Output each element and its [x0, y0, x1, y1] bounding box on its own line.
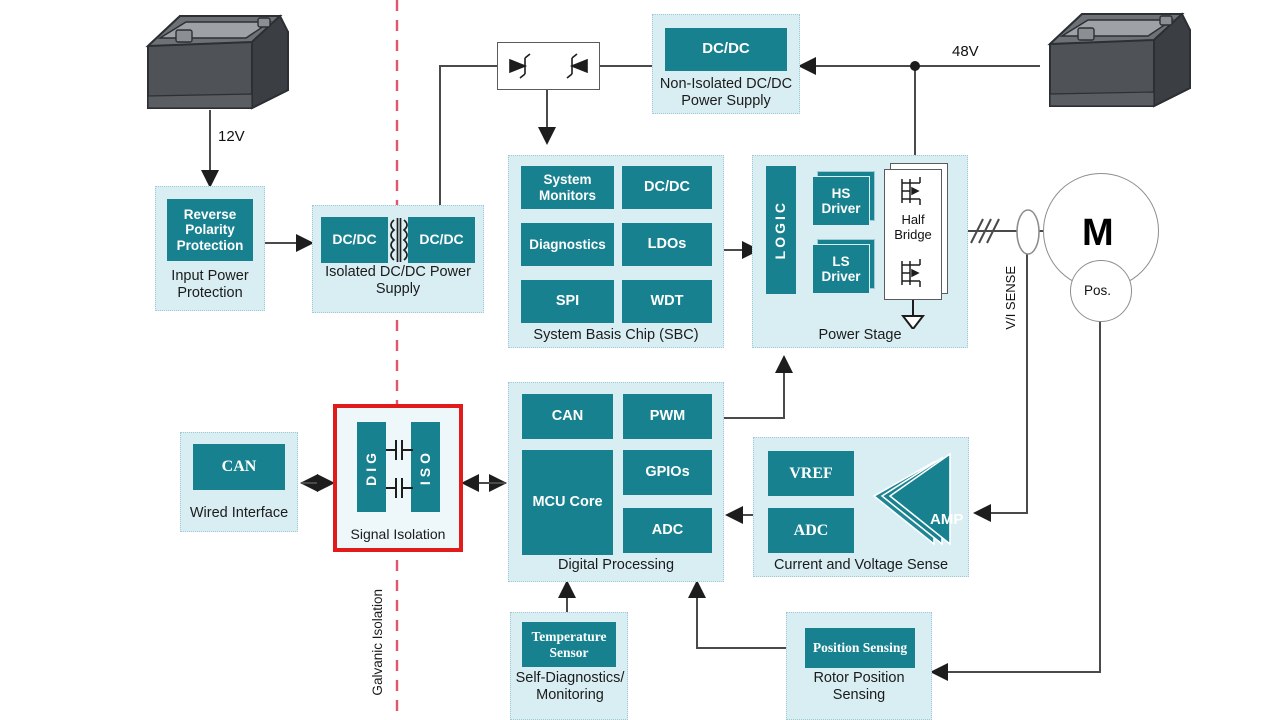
tile-sbc-dcdc[interactable]: DC/DC [622, 166, 712, 209]
logic-label: LOGIC [772, 200, 789, 260]
system-basis-chip-caption: System Basis Chip (SBC) [533, 327, 699, 343]
tile-diagnostics[interactable]: Diagnostics [521, 223, 614, 266]
tile-hs-driver[interactable]: HS Driver [812, 176, 870, 226]
tile-dcdc-secondary[interactable]: DC/DC [408, 217, 475, 263]
digital-processing-caption: Digital Processing [557, 557, 675, 573]
iso-label: ISO [416, 448, 433, 486]
current-voltage-sense-caption: Current and Voltage Sense [773, 557, 949, 573]
tile-position-sensing[interactable]: Position Sensing [805, 628, 915, 668]
tile-spi[interactable]: SPI [521, 280, 614, 323]
tile-can-wired[interactable]: CAN [193, 444, 285, 490]
tile-mcu-core[interactable]: MCU Core [522, 450, 613, 555]
tile-dcdc-primary[interactable]: DC/DC [321, 217, 388, 263]
amp-label: AMP [930, 511, 963, 528]
block-diagram-canvas: Galvanic Isolation 12V 48V DC/DC Non-Iso… [0, 0, 1280, 720]
position-sensor-label: Pos. [1084, 283, 1112, 298]
tile-adc-sense[interactable]: ADC [768, 508, 854, 553]
capacitive-isolation-icon [386, 440, 413, 498]
tile-pwm[interactable]: PWM [623, 394, 712, 439]
tile-adc-digital[interactable]: ADC [623, 508, 712, 553]
motor-label: M [1082, 212, 1114, 254]
signal-isolation-caption: Signal Isolation [350, 526, 446, 542]
battery-12v-icon [145, 14, 289, 110]
vi-sense-label: V/I SENSE [1002, 265, 1018, 330]
transformer-icon [390, 218, 408, 262]
tile-dig[interactable]: DIG [357, 422, 386, 512]
dig-label: DIG [362, 448, 379, 486]
label-12v: 12V [218, 128, 245, 145]
tile-ldos[interactable]: LDOs [622, 223, 712, 266]
amplifier-icon: AMP [872, 452, 963, 546]
tile-vref[interactable]: VREF [768, 451, 854, 496]
tile-dcdc-non-isolated[interactable]: DC/DC [665, 28, 787, 71]
isolated-dcdc-caption: Isolated DC/DC Power Supply [325, 264, 471, 298]
tile-ls-driver[interactable]: LS Driver [812, 244, 870, 294]
label-48v: 48V [952, 43, 979, 60]
power-stage-caption: Power Stage [818, 327, 902, 343]
non-isolated-dcdc-caption: Non-Isolated DC/DC Power Supply [659, 76, 793, 110]
wired-interface-caption: Wired Interface [189, 505, 289, 521]
tile-gpios[interactable]: GPIOs [623, 450, 712, 495]
tile-logic[interactable]: LOGIC [766, 166, 796, 294]
tile-iso[interactable]: ISO [411, 422, 440, 512]
input-power-protection-caption: Input Power Protection [171, 268, 249, 302]
tile-reverse-polarity-protection[interactable]: Reverse Polarity Protection [167, 199, 253, 261]
tile-wdt[interactable]: WDT [622, 280, 712, 323]
self-diagnostics-caption: Self-Diagnostics/ Monitoring [515, 670, 625, 704]
current-sense-coil-icon [1016, 209, 1040, 255]
galvanic-isolation-label: Galvanic Isolation [369, 589, 385, 696]
back-to-back-diode-icon [509, 53, 588, 79]
battery-48v-icon [1047, 12, 1191, 108]
tile-temperature-sensor[interactable]: Temperature Sensor [522, 622, 616, 667]
rotor-position-sensing-caption: Rotor Position Sensing [813, 670, 905, 704]
tile-can-digital[interactable]: CAN [522, 394, 613, 439]
half-bridge-mosfet-icon [900, 177, 926, 329]
tile-system-monitors[interactable]: System Monitors [521, 166, 614, 209]
